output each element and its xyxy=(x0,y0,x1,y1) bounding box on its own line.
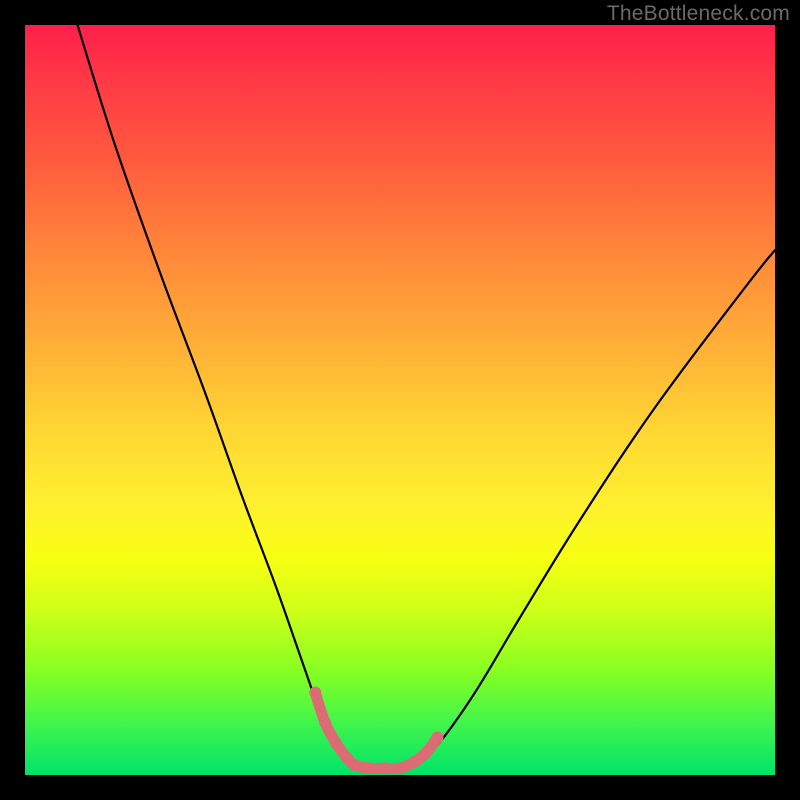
chart-frame: TheBottleneck.com xyxy=(0,0,800,800)
watermark-label: TheBottleneck.com xyxy=(607,2,790,26)
gradient-plot-area xyxy=(25,25,775,775)
